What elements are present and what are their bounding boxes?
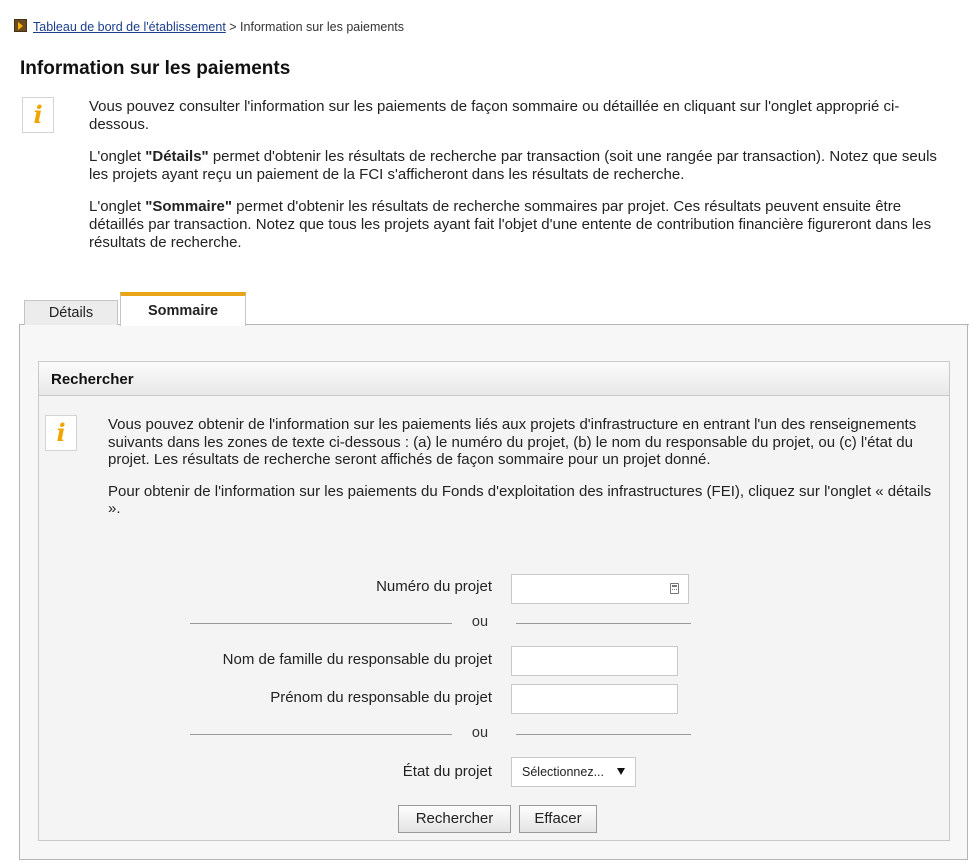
breadcrumb-separator: > bbox=[225, 20, 241, 34]
breadcrumb-current: Information sur les paiements bbox=[240, 20, 405, 34]
search-paragraph-2: Pour obtenir de l'information sur les pa… bbox=[108, 482, 932, 518]
project-status-label: État du projet bbox=[402, 763, 492, 780]
divider-right-2 bbox=[516, 734, 691, 735]
first-name-label: Prénom du responsable du projet bbox=[270, 689, 492, 706]
arrow-right-icon bbox=[14, 19, 27, 32]
intro-p3-prefix: L'onglet bbox=[89, 198, 146, 215]
intro-p2-bold: "Détails" bbox=[145, 148, 209, 165]
tab-summary[interactable]: Sommaire bbox=[120, 292, 246, 326]
project-number-label: Numéro du projet bbox=[376, 578, 492, 595]
dropdown-arrow-icon bbox=[617, 768, 625, 775]
intro-p2-suffix: permet d'obtenir les résultats de recher… bbox=[89, 148, 937, 183]
breadcrumb-link-dashboard[interactable]: Tableau de bord de l'établissement bbox=[33, 20, 226, 34]
intro-paragraph-2: L'onglet "Détails" permet d'obtenir les … bbox=[89, 148, 949, 184]
project-status-selected: Sélectionnez... bbox=[522, 765, 604, 779]
intro-p2-prefix: L'onglet bbox=[89, 148, 146, 165]
search-help-text: Vous pouvez obtenir de l'information sur… bbox=[108, 416, 938, 532]
search-paragraph-1: Vous pouvez obtenir de l'information sur… bbox=[108, 416, 917, 468]
breadcrumb: Tableau de bord de l'établissement > Inf… bbox=[14, 19, 404, 34]
intro-p3-bold: "Sommaire" bbox=[145, 198, 233, 215]
last-name-input[interactable] bbox=[511, 646, 678, 676]
search-header: Rechercher bbox=[38, 361, 950, 396]
info-icon: i bbox=[45, 415, 77, 451]
project-status-select[interactable]: Sélectionnez... bbox=[511, 757, 636, 787]
or-separator-2: ou bbox=[471, 725, 489, 741]
intro-text: Vous pouvez consulter l'information sur … bbox=[89, 98, 949, 266]
last-name-label: Nom de famille du responsable du projet bbox=[222, 651, 492, 668]
page: Tableau de bord de l'établissement > Inf… bbox=[0, 0, 969, 865]
intro-paragraph-1: Vous pouvez consulter l'information sur … bbox=[89, 98, 900, 133]
divider-left-2 bbox=[190, 734, 452, 735]
first-name-input[interactable] bbox=[511, 684, 678, 714]
intro-paragraph-3: L'onglet "Sommaire" permet d'obtenir les… bbox=[89, 198, 949, 252]
search-button[interactable]: Rechercher bbox=[398, 805, 511, 833]
page-title: Information sur les paiements bbox=[20, 58, 291, 79]
divider-left-1 bbox=[190, 623, 452, 624]
or-separator-1: ou bbox=[471, 614, 489, 630]
calculator-icon[interactable] bbox=[670, 583, 679, 594]
info-icon: i bbox=[22, 97, 54, 133]
clear-button[interactable]: Effacer bbox=[519, 805, 597, 833]
project-number-input[interactable] bbox=[511, 574, 689, 604]
tab-details[interactable]: Détails bbox=[24, 300, 118, 325]
divider-right-1 bbox=[516, 623, 691, 624]
